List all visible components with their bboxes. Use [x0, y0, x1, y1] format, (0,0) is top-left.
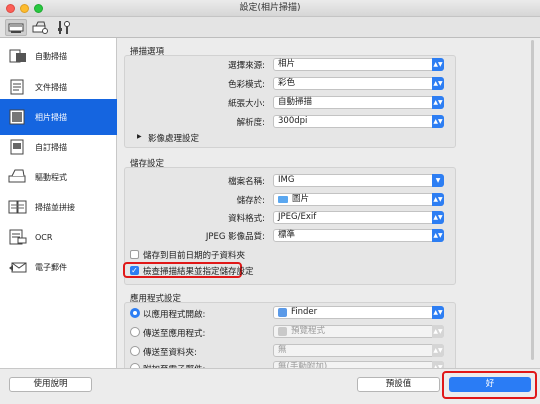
chevron-updown-icon: ▲▼ — [432, 211, 444, 224]
title-bar: 設定(相片掃描) — [0, 0, 540, 17]
chevron-updown-icon: ▲▼ — [432, 193, 444, 206]
zoom-icon[interactable] — [34, 4, 43, 13]
open-with-select[interactable]: Finder ▲▼ — [273, 306, 444, 319]
chevron-updown-icon: ▲▼ — [432, 115, 444, 128]
finder-icon — [278, 308, 287, 317]
sidebar-item-label: OCR — [35, 232, 53, 242]
send-to-app-label: 傳送至應用程式: — [143, 329, 206, 339]
save-in-select[interactable]: 圖片 ▲▼ — [273, 193, 444, 206]
chevron-down-icon: ▼ — [432, 174, 444, 187]
open-with-value: Finder — [291, 307, 318, 317]
sidebar-item-email[interactable]: 電子郵件 — [0, 249, 117, 285]
file-name-label: 檔案名稱: — [228, 177, 265, 187]
minimize-icon[interactable] — [20, 4, 29, 13]
ocr-icon — [9, 229, 27, 245]
sidebar-item-label: 文件掃描 — [35, 82, 67, 92]
color-mode-value: 彩色 — [278, 78, 296, 88]
paper-size-value: 自動掃描 — [278, 97, 313, 107]
save-in-label: 儲存於: — [236, 196, 265, 206]
send-to-app-select[interactable]: 預覽程式 ▲▼ — [273, 325, 444, 338]
tools-icon — [58, 21, 70, 34]
resolution-select[interactable]: 300dpi ▲▼ — [273, 115, 444, 128]
folder-icon — [278, 196, 288, 203]
file-name-value: IMG — [278, 175, 295, 185]
open-with-radio[interactable] — [130, 308, 140, 318]
color-mode-select[interactable]: 彩色 ▲▼ — [273, 77, 444, 90]
paper-size-label: 紙張大小: — [228, 99, 265, 109]
paper-size-select[interactable]: 自動掃描 ▲▼ — [273, 96, 444, 109]
send-to-folder-value: 無 — [278, 345, 287, 355]
custom-scan-icon — [10, 139, 24, 155]
resolution-value: 300dpi — [278, 116, 308, 126]
chevron-updown-icon: ▲▼ — [432, 306, 444, 319]
check-results-checkbox[interactable]: ✓ — [130, 266, 139, 275]
preview-icon — [278, 327, 287, 336]
disclosure-triangle-icon[interactable]: ▶ — [137, 133, 142, 140]
stitch-icon — [8, 200, 27, 214]
data-format-label: 資料格式: — [228, 214, 265, 224]
file-name-combo[interactable]: IMG ▼ — [273, 174, 444, 187]
tab-scanner-settings[interactable] — [29, 19, 51, 36]
chevron-updown-icon: ▲▼ — [432, 96, 444, 109]
send-to-folder-select[interactable]: 無 ▲▼ — [273, 344, 444, 357]
date-subfolder-label: 儲存到目前日期的子資料夾 — [143, 251, 246, 261]
save-in-value: 圖片 — [292, 194, 310, 204]
photo-scan-icon — [9, 109, 25, 125]
tab-general-settings[interactable] — [53, 19, 75, 36]
image-processing-toggle[interactable]: 影像處理設定 — [148, 132, 199, 144]
email-icon — [9, 262, 27, 273]
defaults-button[interactable]: 預設值 — [357, 377, 440, 392]
auto-scan-icon — [9, 49, 26, 63]
driver-icon — [8, 169, 26, 183]
toolbar — [0, 17, 540, 38]
date-subfolder-checkbox[interactable] — [130, 250, 139, 259]
send-to-folder-radio[interactable] — [130, 346, 140, 356]
source-select[interactable]: 相片 ▲▼ — [273, 58, 444, 71]
scanner-settings-icon — [32, 21, 48, 34]
sidebar: 自動掃描 文件掃描 相片掃描 自訂掃描 驅動程式 掃描並拼接 OCR 電子郵件 — [0, 38, 117, 368]
jpeg-quality-select[interactable]: 標準 ▲▼ — [273, 229, 444, 242]
tab-scan-settings[interactable] — [5, 19, 27, 36]
source-label: 選擇來源: — [228, 61, 265, 71]
scrollbar[interactable] — [531, 40, 534, 360]
check-results-label: 檢查掃描結果並指定儲存設定 — [143, 267, 254, 277]
settings-window: 設定(相片掃描) 自動掃描 文件掃描 相片掃描 自訂掃描 驅動程式 掃描並拼接 … — [0, 0, 540, 404]
sidebar-item-label: 電子郵件 — [35, 262, 67, 272]
ok-button[interactable]: 好 — [449, 377, 531, 392]
sidebar-item-label: 自動掃描 — [35, 51, 67, 61]
sidebar-item-label: 自訂掃描 — [35, 142, 67, 152]
data-format-value: JPEG/Exif — [278, 212, 317, 222]
help-button[interactable]: 使用說明 — [9, 377, 92, 392]
window-title: 設定(相片掃描) — [239, 3, 301, 13]
jpeg-quality-value: 標準 — [278, 230, 296, 240]
open-with-label: 以應用程式開啟: — [143, 310, 206, 320]
chevron-updown-icon: ▲▼ — [432, 325, 444, 338]
chevron-updown-icon: ▲▼ — [432, 229, 444, 242]
checkmark-icon: ✓ — [131, 266, 138, 275]
source-value: 相片 — [278, 59, 296, 69]
sidebar-item-label: 驅動程式 — [35, 172, 67, 182]
scanner-icon — [8, 23, 24, 33]
document-scan-icon — [10, 79, 24, 95]
window-controls — [6, 4, 43, 13]
close-icon[interactable] — [6, 4, 15, 13]
color-mode-label: 色彩模式: — [228, 80, 265, 90]
data-format-select[interactable]: JPEG/Exif ▲▼ — [273, 211, 444, 224]
chevron-updown-icon: ▲▼ — [432, 58, 444, 71]
resolution-label: 解析度: — [236, 118, 265, 128]
sidebar-item-label: 相片掃描 — [35, 112, 67, 122]
sidebar-item-label: 掃描並拼接 — [35, 202, 75, 212]
chevron-updown-icon: ▲▼ — [432, 344, 444, 357]
chevron-updown-icon: ▲▼ — [432, 77, 444, 90]
send-to-app-radio[interactable] — [130, 327, 140, 337]
send-to-folder-label: 傳送至資料夾: — [143, 348, 197, 358]
send-to-app-value: 預覽程式 — [291, 326, 326, 336]
jpeg-quality-label: JPEG 影像品質: — [205, 232, 265, 242]
